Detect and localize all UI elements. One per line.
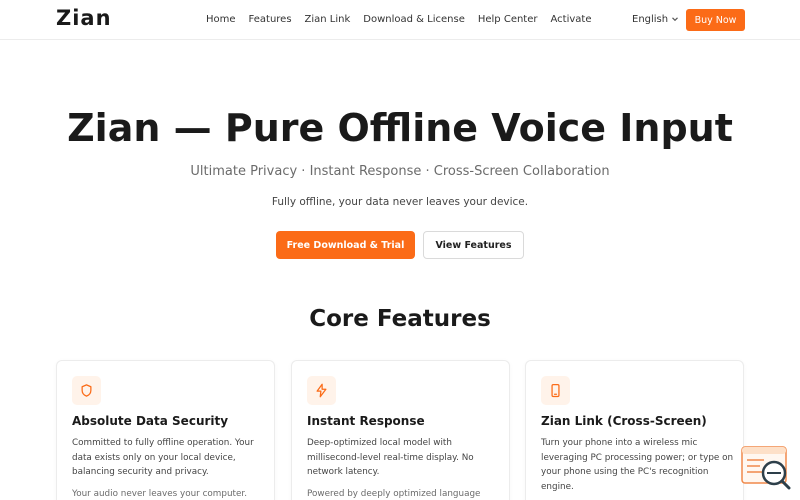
feature-card-security: Absolute Data Security Committed to full… (56, 360, 275, 500)
nav-zian-link[interactable]: Zian Link (305, 14, 351, 25)
card-text: Committed to fully offline operation. Yo… (72, 438, 254, 478)
shield-icon (72, 376, 101, 405)
nav-download-license[interactable]: Download & License (363, 14, 465, 25)
support-widget[interactable] (740, 445, 792, 490)
nav-help-center[interactable]: Help Center (478, 14, 538, 25)
site-header: Zian Home Features Zian Link Download & … (0, 0, 800, 40)
language-selector[interactable]: English (632, 14, 679, 25)
nav-home[interactable]: Home (206, 14, 236, 25)
card-title: Absolute Data Security (72, 414, 229, 428)
lightning-icon (307, 376, 336, 405)
card-title: Instant Response (307, 414, 425, 428)
card-text: Deep-optimized local model with millisec… (307, 438, 474, 478)
feature-card-response: Instant Response Deep-optimized local mo… (291, 360, 510, 500)
hero-subtitle: Ultimate Privacy · Instant Response · Cr… (190, 164, 610, 179)
section-title: Core Features (309, 306, 491, 332)
brand-logo[interactable]: Zian (56, 6, 112, 30)
buy-now-button[interactable]: Buy Now (686, 9, 745, 31)
free-download-button[interactable]: Free Download & Trial (276, 231, 415, 259)
phone-icon (541, 376, 570, 405)
view-features-button[interactable]: View Features (423, 231, 524, 259)
feature-card-link: Zian Link (Cross-Screen) Turn your phone… (525, 360, 744, 500)
hero-title: Zian — Pure Offline Voice Input (67, 106, 733, 150)
language-label: English (632, 14, 669, 25)
card-text: Turn your phone into a wireless mic leve… (541, 438, 734, 492)
card-note: Your audio never leaves your computer. (72, 489, 248, 499)
chevron-down-icon (671, 15, 679, 25)
hero-description: Fully offline, your data never leaves yo… (271, 196, 529, 208)
main-nav: Home Features Zian Link Download & Licen… (206, 14, 591, 25)
nav-activate[interactable]: Activate (551, 14, 592, 25)
card-note: Powered by deeply optimized language (307, 489, 481, 499)
nav-features[interactable]: Features (249, 14, 292, 25)
support-chat-icon (741, 446, 791, 490)
card-title: Zian Link (Cross-Screen) (541, 414, 707, 428)
